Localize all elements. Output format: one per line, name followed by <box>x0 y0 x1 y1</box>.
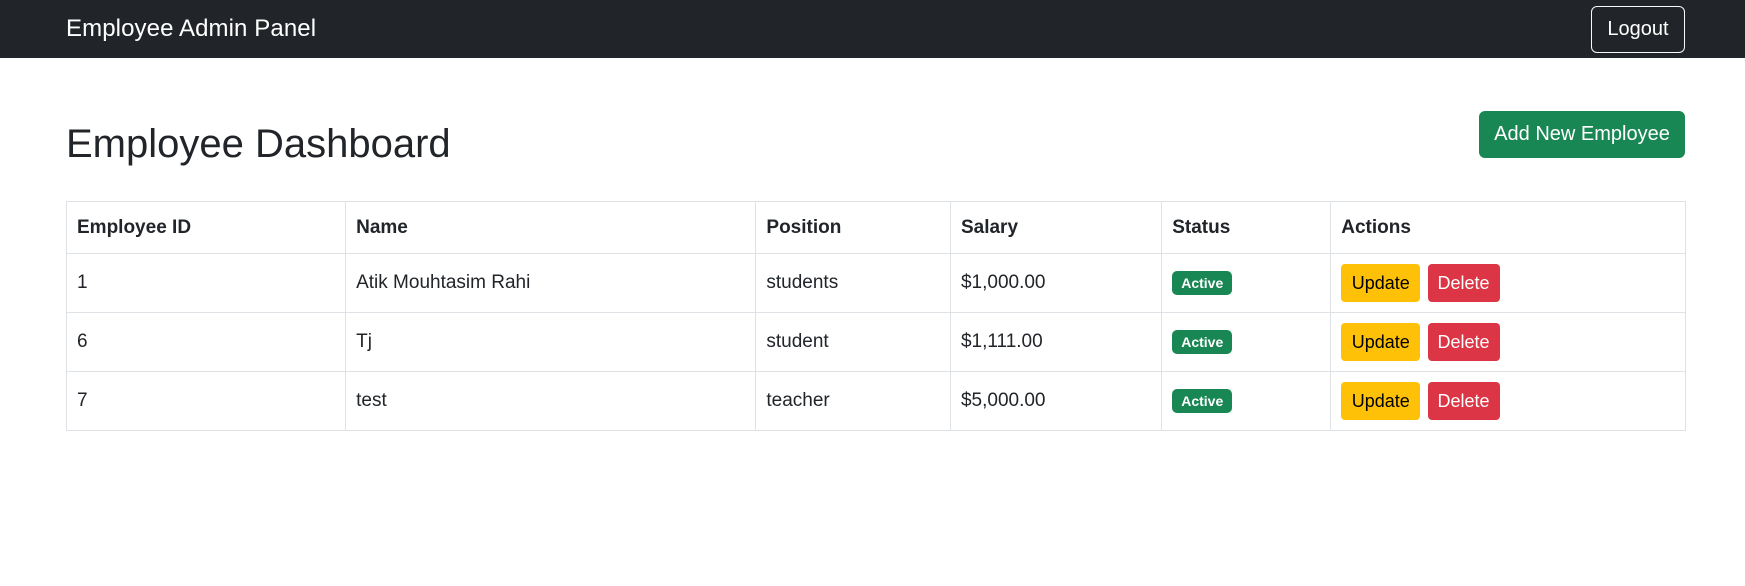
cell-name: Atik Mouhtasim Rahi <box>345 253 757 313</box>
table-row: 6 Tj student $1,111.00 Active Update Del… <box>65 312 1686 372</box>
main-container: Employee Dashboard Add New Employee Empl… <box>0 110 1745 431</box>
table-row: 7 test teacher $5,000.00 Active Update D… <box>65 371 1686 431</box>
update-button[interactable]: Update <box>1341 264 1421 302</box>
cell-name: Tj <box>345 312 757 372</box>
cell-actions: Update Delete <box>1330 312 1686 372</box>
column-header-position: Position <box>755 201 951 254</box>
navbar-brand[interactable]: Employee Admin Panel <box>66 15 316 43</box>
delete-button[interactable]: Delete <box>1427 264 1500 302</box>
cell-employee-id: 6 <box>65 312 347 372</box>
dashboard-header: Employee Dashboard Add New Employee <box>66 110 1685 166</box>
employee-table: Employee ID Name Position Salary Status … <box>65 201 1686 431</box>
column-header-status: Status <box>1161 201 1332 254</box>
column-header-employee-id: Employee ID <box>65 201 347 254</box>
column-header-salary: Salary <box>949 201 1163 254</box>
cell-salary: $5,000.00 <box>949 371 1163 431</box>
column-header-name: Name <box>345 201 757 254</box>
navbar: Employee Admin Panel Logout <box>0 0 1745 58</box>
logout-button[interactable]: Logout <box>1591 5 1685 53</box>
page-title: Employee Dashboard <box>66 122 451 166</box>
cell-employee-id: 7 <box>65 371 347 431</box>
update-button[interactable]: Update <box>1341 382 1421 420</box>
cell-actions: Update Delete <box>1330 253 1686 313</box>
cell-actions: Update Delete <box>1330 371 1686 431</box>
cell-status: Active <box>1161 312 1332 372</box>
delete-button[interactable]: Delete <box>1427 382 1500 420</box>
status-badge: Active <box>1172 271 1233 295</box>
cell-status: Active <box>1161 253 1332 313</box>
cell-position: students <box>755 253 951 313</box>
cell-name: test <box>345 371 757 431</box>
cell-employee-id: 1 <box>65 253 347 313</box>
cell-salary: $1,111.00 <box>949 312 1163 372</box>
column-header-actions: Actions <box>1330 201 1686 254</box>
table-row: 1 Atik Mouhtasim Rahi students $1,000.00… <box>65 253 1686 313</box>
cell-position: student <box>755 312 951 372</box>
status-badge: Active <box>1172 389 1233 413</box>
delete-button[interactable]: Delete <box>1427 323 1500 361</box>
cell-status: Active <box>1161 371 1332 431</box>
update-button[interactable]: Update <box>1341 323 1421 361</box>
cell-position: teacher <box>755 371 951 431</box>
status-badge: Active <box>1172 330 1233 354</box>
cell-salary: $1,000.00 <box>949 253 1163 313</box>
table-header-row: Employee ID Name Position Salary Status … <box>65 201 1686 254</box>
add-employee-button[interactable]: Add New Employee <box>1479 110 1685 158</box>
